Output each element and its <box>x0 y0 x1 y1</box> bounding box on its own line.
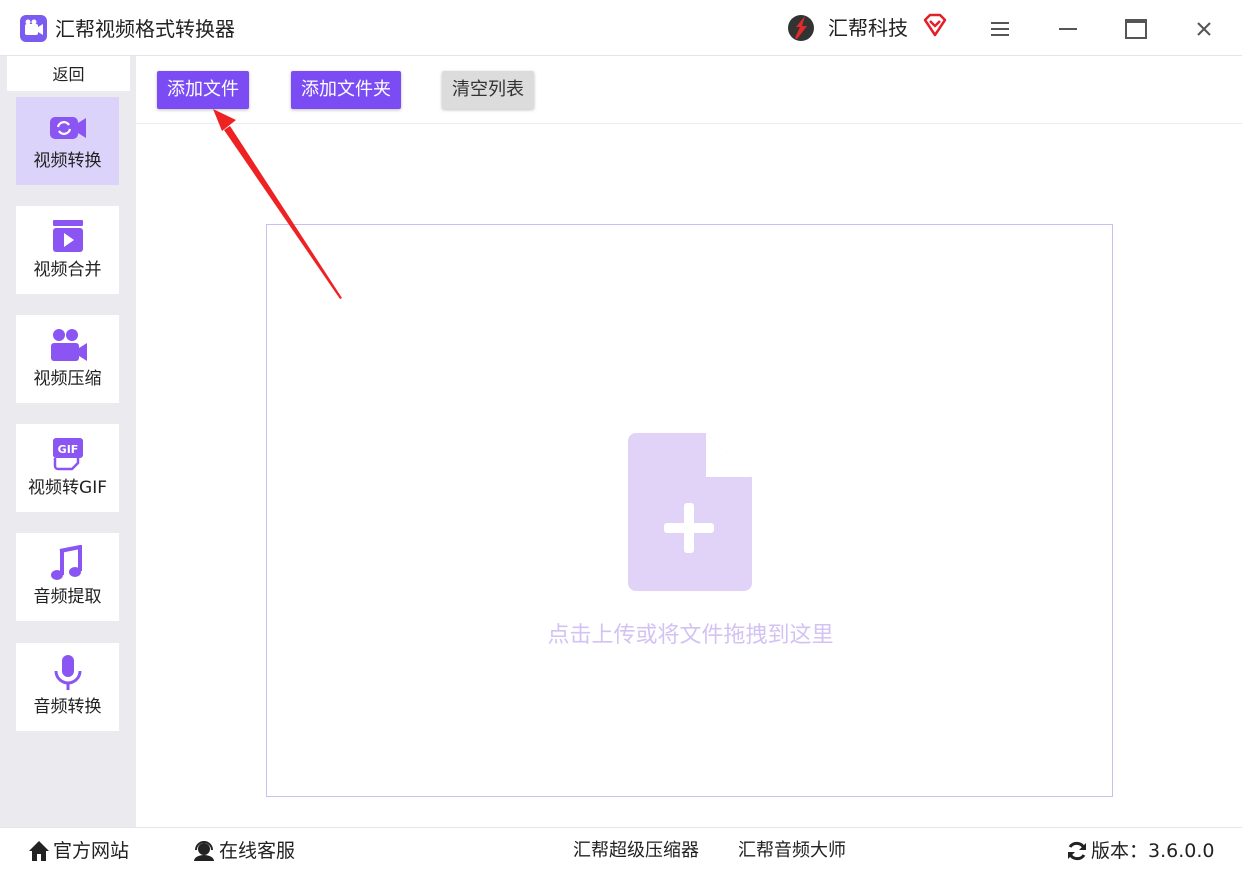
maximize-icon[interactable] <box>1121 14 1151 44</box>
headset-icon <box>194 841 214 861</box>
refresh-icon <box>1068 841 1086 861</box>
sidebar-item-label: 音频提取 <box>33 587 102 607</box>
online-support-label: 在线客服 <box>219 840 296 862</box>
add-folder-button[interactable]: 添加文件夹 <box>291 71 401 109</box>
version-label: 版本：3.6.0.0 <box>1091 840 1215 862</box>
sidebar-item-video-merge[interactable]: 视频合并 <box>16 206 119 294</box>
app-title: 汇帮视频格式转换器 <box>55 17 235 41</box>
hamburger-menu-icon[interactable] <box>985 14 1015 44</box>
file-add-icon <box>628 433 752 591</box>
footer: 官方网站 在线客服 汇帮超级压缩器 汇帮音频大师 版本：3.6.0.0 <box>0 827 1242 873</box>
gif-icon: GIF <box>48 436 88 472</box>
title-bar: 汇帮视频格式转换器 汇帮科技 <box>0 0 1242 56</box>
sidebar-item-audio-convert[interactable]: 音频转换 <box>16 643 119 731</box>
drop-hint-text: 点击上传或将文件拖拽到这里 <box>547 623 834 648</box>
sidebar-item-audio-extract[interactable]: 音频提取 <box>16 533 119 621</box>
home-icon <box>29 841 49 861</box>
brand-name: 汇帮科技 <box>828 16 908 40</box>
sidebar-item-label: 视频转GIF <box>28 478 107 498</box>
microphone-icon <box>48 655 88 691</box>
video-compress-icon <box>48 327 88 363</box>
sidebar-item-label: 视频转换 <box>33 151 102 171</box>
close-icon[interactable] <box>1189 14 1219 44</box>
app-logo-icon <box>20 15 47 42</box>
video-merge-icon <box>48 218 88 254</box>
svg-text:GIF: GIF <box>58 443 79 456</box>
vip-diamond-icon[interactable] <box>922 12 948 38</box>
video-convert-icon <box>48 109 88 145</box>
music-note-icon <box>48 544 88 581</box>
file-drop-zone[interactable]: 点击上传或将文件拖拽到这里 <box>266 224 1113 797</box>
version-info[interactable]: 版本：3.6.0.0 <box>1066 838 1214 864</box>
sidebar-item-video-convert[interactable]: 视频转换 <box>16 97 119 185</box>
audio-master-link[interactable]: 汇帮音频大师 <box>738 838 846 864</box>
back-button[interactable]: 返回 <box>7 56 130 91</box>
online-support-link[interactable]: 在线客服 <box>192 838 295 864</box>
brand-logo-icon <box>785 12 817 44</box>
sidebar-item-label: 音频转换 <box>33 697 102 717</box>
sidebar-item-video-gif[interactable]: GIF 视频转GIF <box>16 424 119 512</box>
add-file-button[interactable]: 添加文件 <box>157 71 249 109</box>
clear-list-button[interactable]: 清空列表 <box>442 71 534 109</box>
sidebar: 返回 视频转换 视频合并 视频压缩 GIF 视频转GIF 音频提取 音频转换 <box>0 56 136 827</box>
compressor-link[interactable]: 汇帮超级压缩器 <box>573 838 699 864</box>
official-website-link[interactable]: 官方网站 <box>28 838 129 864</box>
official-website-label: 官方网站 <box>53 840 130 862</box>
sidebar-item-label: 视频压缩 <box>33 369 102 389</box>
sidebar-item-label: 视频合并 <box>33 260 102 280</box>
minimize-icon[interactable] <box>1053 14 1083 44</box>
sidebar-item-video-compress[interactable]: 视频压缩 <box>16 315 119 403</box>
toolbar: 添加文件 添加文件夹 清空列表 <box>136 56 1242 124</box>
